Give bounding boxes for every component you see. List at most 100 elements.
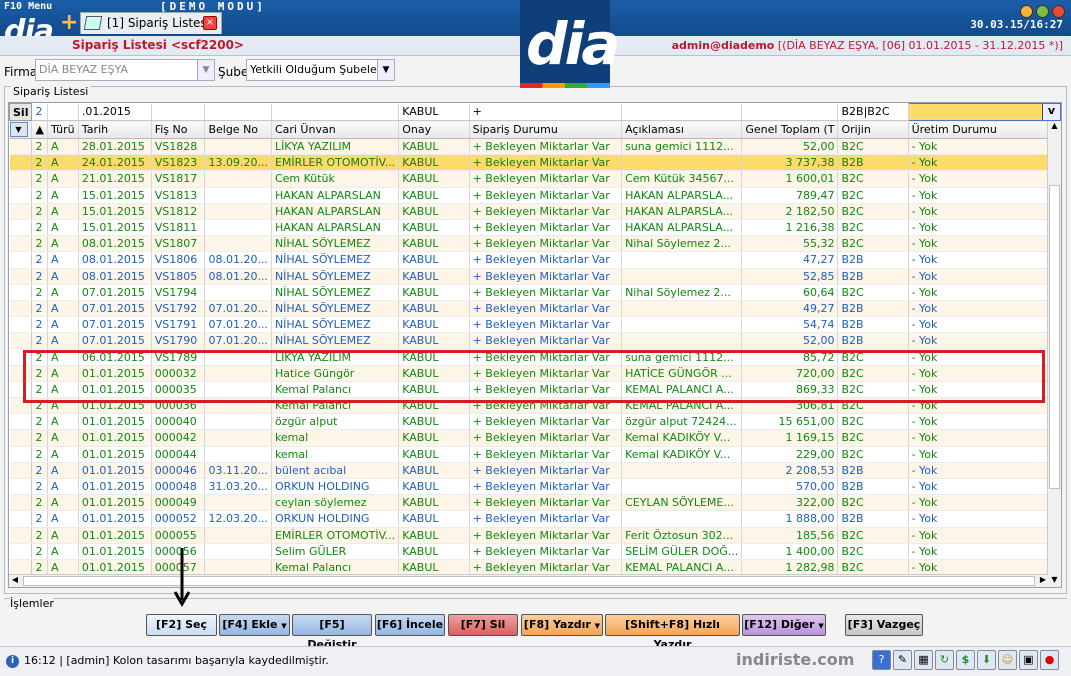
table-row[interactable]: 2 A 01.01.2015 000040 özgür alput KABUL + Bekl… [9, 413, 1061, 431]
wrench-icon[interactable]: ✎ [893, 650, 912, 670]
column-header[interactable]: Cari Ünvan [271, 120, 400, 139]
onay-filter[interactable]: KABUL [398, 103, 470, 121]
table-row[interactable]: 2 A 07.01.2015 VS1790 07.01.20... NİHAL SÖYLE… [9, 332, 1061, 350]
row-indicator[interactable] [9, 462, 33, 479]
calculator-icon[interactable]: ▦ [914, 650, 933, 670]
table-row[interactable]: 2 A 24.01.2015 VS1823 13.09.20... EMİRLER OTO… [9, 154, 1061, 172]
sil-filter-button[interactable]: Sil [9, 103, 33, 121]
column-header[interactable]: Üretim Durumu [908, 120, 1061, 139]
horizontal-scrollbar[interactable]: ◀ ▶ [9, 574, 1049, 587]
row-indicator[interactable] [9, 268, 33, 285]
table-row[interactable]: 2 A 08.01.2015 VS1805 08.01.20... NİHAL SÖYLE… [9, 268, 1061, 285]
orijin-filter[interactable]: B2B|B2C [837, 103, 909, 121]
column-header[interactable]: Genel Toplam (T [741, 120, 839, 139]
help-icon[interactable]: ? [872, 650, 891, 670]
table-row[interactable]: 2 A 01.01.2015 000055 EMİRLER OTOMOTİV... KAB… [9, 527, 1061, 544]
durum-filter[interactable]: + [469, 103, 623, 121]
download-icon[interactable]: ⬇ [977, 650, 996, 670]
filter-dropdown-button[interactable]: v [1042, 104, 1060, 120]
table-row[interactable]: 2 A 01.01.2015 000056 Selim GÜLER KABUL + Bekl… [9, 543, 1061, 560]
row-indicator[interactable] [9, 203, 33, 220]
sil-button[interactable]: [F7] Sil [448, 614, 518, 636]
table-row[interactable]: 2 A 07.01.2015 VS1792 07.01.20... NİHAL SÖYLE… [9, 300, 1061, 318]
cell-b [204, 203, 272, 220]
column-header[interactable]: Açıklaması [621, 120, 743, 139]
row-indicator[interactable] [9, 219, 33, 237]
row-indicator[interactable] [9, 527, 33, 544]
column-header[interactable]: Fiş No [151, 120, 206, 139]
uretim-filter[interactable]: v [907, 103, 1061, 121]
cell-a [621, 154, 743, 172]
table-row[interactable]: 2 A 15.01.2015 VS1811 HAKAN ALPARSLAN KABUL + … [9, 219, 1061, 237]
row-indicator[interactable] [9, 187, 33, 204]
row-indicator[interactable] [9, 284, 33, 301]
hizli-yazdir-button[interactable]: [Shift+F8] Hızlı Yazdır [605, 614, 740, 651]
table-row[interactable]: 2 A 01.01.2015 000052 12.03.20... ORKUN HOLDI… [9, 510, 1061, 528]
vertical-scroll-thumb[interactable] [1049, 185, 1060, 489]
row-indicator[interactable] [9, 170, 33, 188]
degistir-button[interactable]: [F5] Değiştir [292, 614, 372, 651]
table-row[interactable]: 2 A 15.01.2015 VS1813 HAKAN ALPARSLAN KABUL + … [9, 187, 1061, 204]
currency-icon[interactable]: $ [956, 650, 975, 670]
diger-button[interactable]: [F12] Diğer ▼ [742, 614, 826, 636]
row-indicator[interactable] [9, 154, 33, 172]
table-row[interactable]: 2 A 08.01.2015 VS1806 08.01.20... NİHAL SÖYLE… [9, 251, 1061, 269]
table-row[interactable]: 2 A 28.01.2015 VS1828 LİKYA YAZILIM KABUL + Be… [9, 138, 1061, 156]
minimize-icon[interactable] [1020, 5, 1033, 18]
column-header[interactable]: Onay [398, 120, 470, 139]
ekle-button[interactable]: [F4] Ekle ▼ [219, 614, 290, 636]
row-indicator[interactable] [9, 300, 33, 318]
column-header[interactable]: Sipariş Durumu [469, 120, 623, 139]
vertical-scrollbar[interactable]: ▲ ▼ [1047, 121, 1061, 587]
f10-menu[interactable]: F10 Menu [4, 1, 52, 12]
row-indicator[interactable] [9, 429, 33, 447]
date-filter[interactable]: .01.2015 [78, 103, 152, 121]
row-indicator[interactable] [9, 316, 33, 334]
row-indicator[interactable] [9, 510, 33, 528]
power-icon[interactable]: ● [1040, 650, 1059, 670]
table-row[interactable]: 2 A 01.01.2015 000044 kemal KABUL + Bekleyen M… [9, 446, 1061, 463]
cell-p: - Yok [908, 462, 1061, 479]
yazdir-button[interactable]: [F8] Yazdır ▼ [521, 614, 603, 636]
sec-button[interactable]: [F2] Seç [146, 614, 217, 636]
table-row[interactable]: 2 A 01.01.2015 000046 03.11.20... bülent acıb… [9, 462, 1061, 479]
table-row[interactable]: 2 A 01.01.2015 000042 kemal KABUL + Bekleyen M… [9, 429, 1061, 447]
row-indicator[interactable] [9, 251, 33, 269]
row-indicator[interactable] [9, 543, 33, 560]
row-indicator[interactable] [9, 446, 33, 463]
table-row[interactable]: 2 A 07.01.2015 VS1791 07.01.20... NİHAL SÖYLE… [9, 316, 1061, 334]
order-grid[interactable]: Sil 2 .01.2015 KABUL + B2B|B2C v ▼ ▲ Tür… [8, 102, 1062, 588]
tab-close-icon[interactable]: × [203, 16, 217, 30]
row-indicator[interactable] [9, 413, 33, 431]
vazgec-button[interactable]: [F3] Vazgeç [845, 614, 923, 636]
row-indicator[interactable] [9, 494, 33, 512]
table-row[interactable]: 2 A 07.01.2015 VS1794 NİHAL SÖYLEMEZ KABUL + B… [9, 284, 1061, 301]
table-row[interactable]: 2 A 01.01.2015 000048 31.03.20... ORKUN HOLDI… [9, 478, 1061, 496]
row-indicator[interactable] [9, 235, 33, 253]
sort-indicator-icon[interactable]: ▲ [31, 120, 48, 139]
close-window-icon[interactable] [1052, 5, 1065, 18]
column-header[interactable]: Tarih [78, 120, 152, 139]
table-row[interactable]: 2 A 15.01.2015 VS1812 HAKAN ALPARSLAN KABUL + … [9, 203, 1061, 220]
maximize-icon[interactable] [1036, 5, 1049, 18]
row-indicator[interactable] [9, 478, 33, 496]
sube-select[interactable]: Yetkili Olduğum Şubeler ▼ [246, 59, 395, 81]
smiley-icon[interactable]: ☺ [998, 650, 1017, 670]
new-tab-plus-icon[interactable]: + [60, 10, 78, 35]
lock-icon[interactable]: ▣ [1019, 650, 1038, 670]
firma-select[interactable]: DİA BEYAZ EŞYA ▼ [35, 59, 215, 81]
column-header[interactable]: Belge No [204, 120, 272, 139]
tab-siparis-listesi[interactable]: [1] Sipariş Listesi × [80, 12, 222, 34]
table-row[interactable]: 2 A 01.01.2015 000049 ceylan söylemez KABUL + … [9, 494, 1061, 512]
column-chooser-button[interactable]: ▼ [9, 120, 33, 139]
row-indicator[interactable] [9, 138, 33, 156]
cell-s: + Bekleyen Miktarlar Var [469, 170, 623, 188]
column-header[interactable]: Orijin [837, 120, 909, 139]
refresh-icon[interactable]: ↻ [935, 650, 954, 670]
table-row[interactable]: 2 A 21.01.2015 VS1817 Cem Kütük KABUL + Bekley… [9, 170, 1061, 188]
table-row[interactable]: 2 A 08.01.2015 VS1807 NİHAL SÖYLEMEZ KABUL + B… [9, 235, 1061, 253]
incele-button[interactable]: [F6] İncele [375, 614, 445, 636]
filter-input-row[interactable]: Sil 2 .01.2015 KABUL + B2B|B2C v [9, 103, 1061, 121]
row-indicator[interactable] [9, 332, 33, 350]
column-header[interactable]: Türü [47, 120, 79, 139]
